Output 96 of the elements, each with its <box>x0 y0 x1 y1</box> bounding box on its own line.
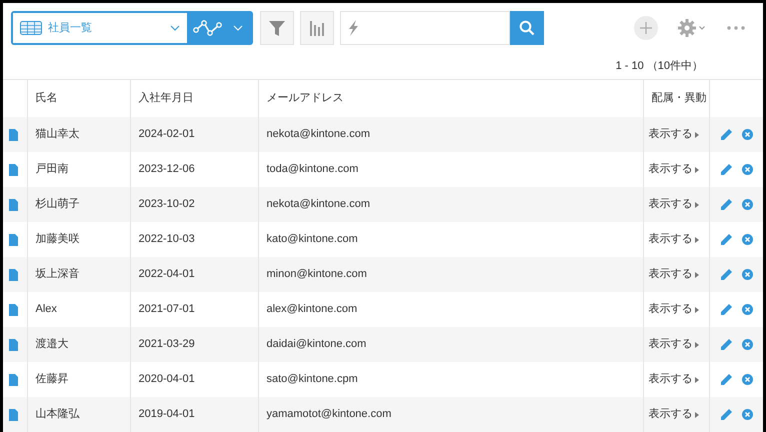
triangle-right-icon <box>694 202 698 208</box>
triangle-right-icon <box>694 342 698 348</box>
pencil-icon[interactable] <box>720 268 732 280</box>
search-icon <box>519 20 535 36</box>
column-header: 配属・異動 <box>652 92 706 104</box>
pencil-icon[interactable] <box>720 374 732 386</box>
table-cell: 2023-10-02 <box>138 198 195 210</box>
table-cell: sato@kintone.cpm <box>266 373 358 386</box>
delete-icon[interactable] <box>742 339 752 350</box>
show-link[interactable]: 表示する <box>648 336 692 353</box>
pencil-icon[interactable] <box>720 164 732 176</box>
show-link[interactable]: 表示する <box>648 371 692 388</box>
table-cell: daidai@kintone.com <box>266 338 366 350</box>
show-link[interactable]: 表示する <box>648 126 692 143</box>
document-icon[interactable] <box>9 268 18 280</box>
table-icon <box>20 21 42 36</box>
pencil-icon[interactable] <box>720 198 732 210</box>
table-cell: 佐藤昇 <box>36 373 68 386</box>
show-link[interactable]: 表示する <box>648 406 692 423</box>
triangle-right-icon <box>694 132 698 138</box>
plus-icon <box>640 22 652 34</box>
document-icon[interactable] <box>9 304 18 316</box>
pencil-icon[interactable] <box>720 338 732 350</box>
chevron-down-icon <box>233 25 243 32</box>
delete-icon[interactable] <box>742 374 752 385</box>
table-cell: alex@kintone.com <box>266 303 358 316</box>
table-cell: nekota@kintone.com <box>266 198 370 210</box>
settings-icon <box>678 19 696 38</box>
add-button[interactable] <box>634 16 658 40</box>
triangle-right-icon <box>694 236 698 242</box>
lightning-icon <box>347 20 359 36</box>
delete-icon[interactable] <box>742 129 752 140</box>
column-header: 入社年月日 <box>138 92 194 104</box>
graph-button[interactable] <box>300 11 334 46</box>
triangle-right-icon <box>694 306 698 312</box>
table-cell: 猫山幸太 <box>36 128 80 140</box>
chevron-down-icon <box>699 26 705 30</box>
table-cell: 2020-04-01 <box>138 373 195 386</box>
line-graph-icon <box>193 19 223 38</box>
triangle-right-icon <box>694 166 698 172</box>
delete-icon[interactable] <box>742 199 752 210</box>
table-cell: 2022-10-03 <box>138 233 195 246</box>
filter-button[interactable] <box>260 11 294 46</box>
settings-button[interactable] <box>678 19 705 38</box>
table-cell: minon@kintone.com <box>266 268 367 280</box>
search-field[interactable] <box>340 11 510 46</box>
document-icon[interactable] <box>9 374 18 386</box>
chevron-down-icon <box>170 25 180 32</box>
show-link[interactable]: 表示する <box>648 266 692 283</box>
search-button[interactable] <box>510 11 544 46</box>
document-icon[interactable] <box>9 338 18 350</box>
document-icon[interactable] <box>9 128 18 140</box>
triangle-right-icon <box>694 272 698 278</box>
pencil-icon[interactable] <box>720 304 732 316</box>
delete-icon[interactable] <box>742 234 752 245</box>
table-cell: 2021-03-29 <box>138 338 195 350</box>
table-cell: 加藤美咲 <box>36 233 80 246</box>
more-icon <box>727 26 745 30</box>
table-cell: 2023-12-06 <box>138 163 195 176</box>
table-cell: 2019-04-01 <box>138 408 195 420</box>
show-link[interactable]: 表示する <box>648 161 692 178</box>
table-cell: yamamotot@kintone.com <box>266 408 392 420</box>
table-cell: nekota@kintone.com <box>266 128 370 140</box>
document-icon[interactable] <box>9 408 18 420</box>
bar-chart-icon <box>310 20 324 36</box>
pagination-text: 1 - 10 （10件中） <box>616 59 703 74</box>
table-cell: 杉山萌子 <box>36 198 80 210</box>
column-header: メールアドレス <box>266 92 344 104</box>
pencil-icon[interactable] <box>720 234 732 246</box>
table-cell: Alex <box>36 303 57 316</box>
triangle-right-icon <box>694 376 698 382</box>
pencil-icon[interactable] <box>720 128 732 140</box>
funnel-icon <box>268 19 286 38</box>
table-cell: 2024-02-01 <box>138 128 195 140</box>
delete-icon[interactable] <box>742 409 752 420</box>
table-cell: 2022-04-01 <box>138 268 195 280</box>
table-cell: 山本隆弘 <box>36 408 80 420</box>
delete-icon[interactable] <box>742 164 752 175</box>
show-link[interactable]: 表示する <box>648 301 692 318</box>
document-icon[interactable] <box>9 164 18 176</box>
triangle-right-icon <box>694 412 698 418</box>
table-cell: 渡邉大 <box>36 338 68 350</box>
pencil-icon[interactable] <box>720 408 732 420</box>
delete-icon[interactable] <box>742 304 752 315</box>
show-link[interactable]: 表示する <box>648 196 692 213</box>
table-cell: kato@kintone.com <box>266 233 358 246</box>
column-header: 氏名 <box>36 92 58 104</box>
table-cell: 坂上深音 <box>36 268 80 280</box>
table-cell: toda@kintone.com <box>266 163 358 176</box>
delete-icon[interactable] <box>742 269 752 280</box>
table-cell: 戸田南 <box>36 163 68 176</box>
more-button[interactable] <box>727 26 745 30</box>
show-link[interactable]: 表示する <box>648 231 692 248</box>
document-icon[interactable] <box>9 234 18 246</box>
document-icon[interactable] <box>9 198 18 210</box>
table-cell: 2021-07-01 <box>138 303 195 316</box>
